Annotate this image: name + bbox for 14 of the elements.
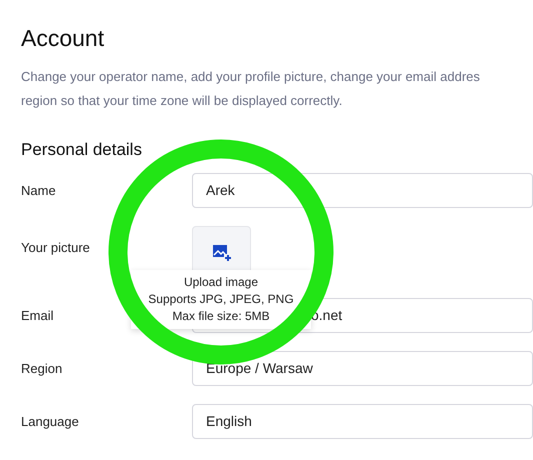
add-image-icon (212, 244, 232, 262)
field-label: Name (21, 182, 56, 198)
field-label: Region (21, 360, 62, 376)
tooltip-text: Upload image (184, 274, 258, 291)
input-field[interactable]: English (192, 404, 533, 439)
description-text: Change your operator name, add your profile picture, change your email addres (21, 69, 480, 84)
section-title: Personal details (21, 139, 142, 161)
field-label: Email (21, 308, 54, 322)
input-field[interactable]: Arek (192, 173, 533, 208)
field-label: Language (21, 414, 79, 428)
description-text: region so that your time zone will be displayed correctly. (21, 93, 342, 108)
page-title: Account (21, 24, 104, 52)
field-label: Your picture (21, 240, 90, 255)
input-field[interactable]: Europe / Warsaw (192, 351, 533, 386)
